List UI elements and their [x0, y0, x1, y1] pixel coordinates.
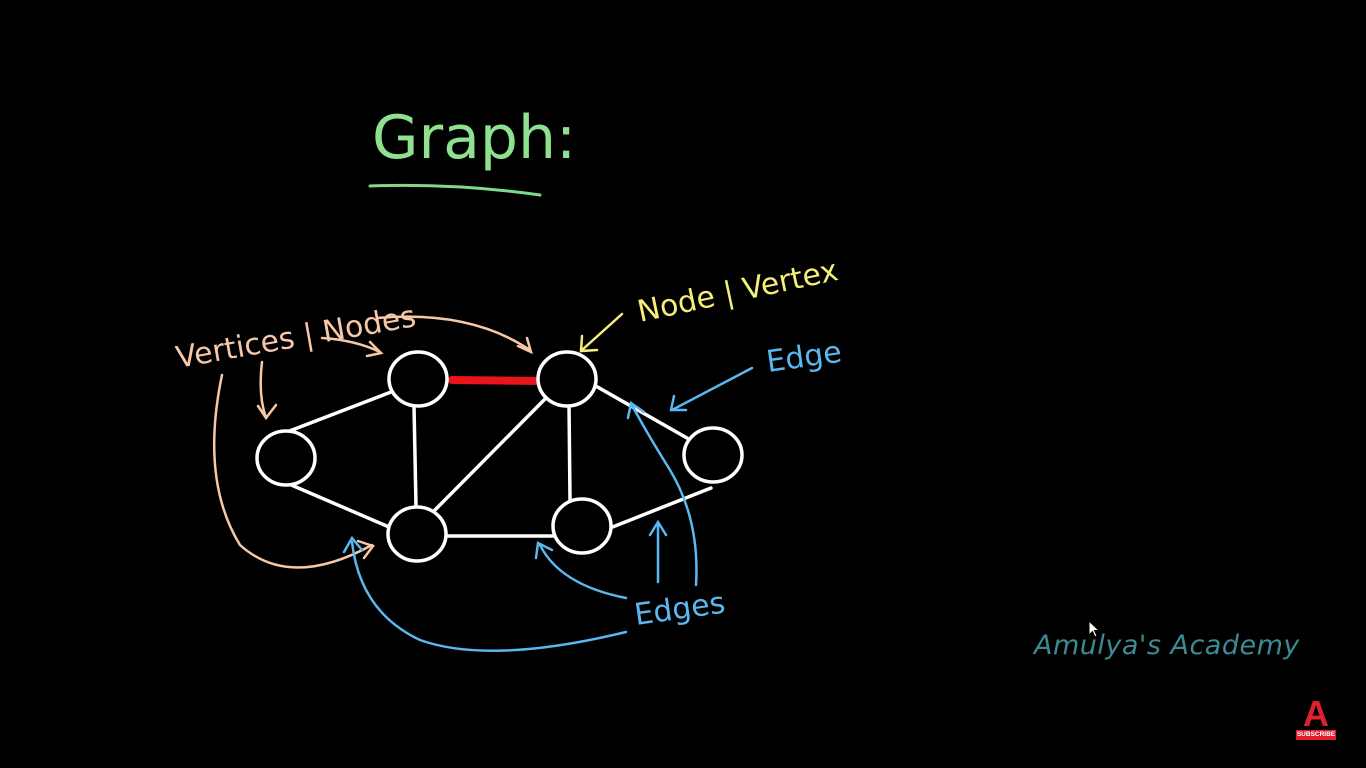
arrow-head [256, 403, 278, 421]
subscribe-badge-icon[interactable]: A SUBSCRIBE [1296, 694, 1336, 742]
arrow [580, 312, 624, 352]
highlighted-edge [448, 376, 544, 385]
edge [428, 395, 549, 517]
vertices-nodes-label: Vertices | Nodes [173, 299, 418, 376]
vertex [255, 429, 317, 487]
edge-arrow [669, 366, 754, 412]
badge-logo-letter: A [1303, 693, 1329, 734]
arrow [630, 403, 698, 587]
channel-watermark: Amulya's Academy [1034, 630, 1300, 661]
arrow [350, 540, 628, 652]
title-underline [368, 183, 542, 197]
edge [287, 482, 391, 529]
graph-edges [285, 383, 713, 538]
arrow [670, 366, 754, 412]
vertex [387, 350, 449, 408]
edge [285, 390, 393, 434]
edge [567, 402, 572, 502]
whiteboard-canvas: Graph: Vertices | Nodes Node | Vertex Ed… [0, 0, 1366, 768]
vertex [551, 497, 613, 555]
vertex [386, 505, 448, 563]
edge [412, 404, 418, 508]
vertex [682, 426, 744, 484]
vertex [536, 350, 598, 408]
mouse-pointer-icon [1088, 620, 1101, 638]
edge [592, 383, 689, 440]
node-arrow [579, 312, 624, 353]
edges-label: Edges [632, 586, 727, 633]
edge [608, 486, 713, 530]
page-title: Graph: [372, 103, 576, 173]
node-vertex-label: Node | Vertex [634, 253, 841, 330]
subscribe-text: SUBSCRIBE [1296, 730, 1336, 740]
edge-label: Edge [764, 335, 844, 380]
